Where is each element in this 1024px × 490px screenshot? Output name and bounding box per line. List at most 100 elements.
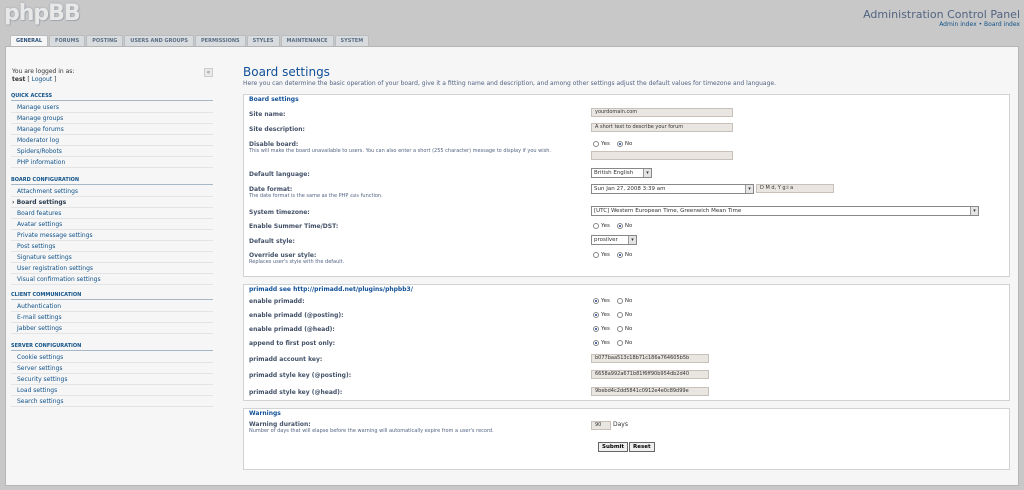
language-select[interactable]: British English ▾	[591, 168, 652, 178]
radio-no-label: No	[624, 326, 633, 332]
menu-item-post-settings[interactable]: Post settings	[11, 241, 213, 252]
override-style-description: Replaces user's style with the default.	[249, 259, 345, 265]
radio-no[interactable]: No	[616, 223, 633, 229]
site-name-label: Site name:	[249, 111, 286, 118]
logout-link[interactable]: Logout	[32, 76, 53, 83]
date-format-input[interactable]: D M d, Y g:i a	[756, 184, 834, 193]
menu-item-board-settings[interactable]: Board settings	[11, 197, 213, 208]
fieldset-legend: primadd see http://primadd.net/plugins/p…	[249, 286, 413, 293]
style-key-head-input[interactable]: 9bebd4c2dd5841c0912e4e0c89d99e	[591, 387, 709, 396]
radio-yes[interactable]: Yes	[593, 312, 610, 318]
menu-item-avatar-settings[interactable]: Avatar settings	[11, 219, 213, 230]
menu-item-manage-forums[interactable]: Manage forums	[11, 124, 213, 135]
warning-duration-input[interactable]: 90	[591, 421, 611, 430]
menu-item-php-information[interactable]: PHP information	[11, 157, 213, 168]
enable-primadd-radios: Yes No	[593, 298, 632, 304]
page-title: Administration Control Panel	[863, 8, 1020, 21]
menu-heading: BOARD CONFIGURATION	[11, 177, 213, 185]
default-language-label: Default language:	[249, 171, 310, 178]
phpbb-logo[interactable]: phpBB	[4, 1, 81, 26]
menu-item-signature-settings[interactable]: Signature settings	[11, 252, 213, 263]
tab-users-and-groups[interactable]: USERS AND GROUPS	[124, 35, 195, 46]
menu-item-private-message-settings[interactable]: Private message settings	[11, 230, 213, 241]
menu-item-cookie-settings[interactable]: Cookie settings	[11, 352, 213, 363]
primadd-fieldset: primadd see http://primadd.net/plugins/p…	[243, 284, 1010, 401]
disable-message-input[interactable]	[591, 151, 733, 160]
radio-circle-icon	[616, 312, 623, 318]
first-post-only-radios: Yes No	[593, 340, 632, 346]
timezone-select-value: [UTC] Western European Time, Greenwich M…	[594, 208, 742, 214]
menu-item-manage-users[interactable]: Manage users	[11, 102, 213, 113]
collapse-menu-icon[interactable]: «	[204, 68, 213, 77]
radio-yes-label: Yes	[601, 312, 610, 318]
board-index-link[interactable]: Board index	[984, 21, 1020, 28]
style-key-posting-label: primadd style key (@posting):	[249, 372, 352, 379]
submit-button[interactable]: Submit	[598, 442, 629, 452]
radio-no[interactable]: No	[616, 298, 632, 304]
site-name-input[interactable]: yourdomain.com	[591, 108, 733, 117]
radio-no[interactable]: No	[616, 340, 632, 346]
radio-circle-icon	[593, 252, 599, 258]
radio-no[interactable]: No	[616, 141, 632, 147]
radio-no-label: No	[624, 223, 633, 229]
reset-button[interactable]: Reset	[629, 442, 655, 452]
summer-time-radios: Yes No	[593, 223, 632, 229]
tab-forums[interactable]: FORUMS	[49, 35, 86, 46]
radio-no[interactable]: No	[616, 252, 632, 258]
radio-yes[interactable]: Yes	[593, 141, 610, 147]
radio-yes[interactable]: Yes	[593, 223, 610, 229]
radio-yes[interactable]: Yes	[593, 340, 610, 346]
menu-item-attachment-settings[interactable]: Attachment settings	[11, 186, 213, 197]
style-select[interactable]: prosilver ▾	[591, 235, 637, 245]
menu-board-configuration: BOARD CONFIGURATION Attachment settings …	[11, 177, 213, 285]
menu-item-spiders-robots[interactable]: Spiders/Robots	[11, 146, 213, 157]
date-format-select-value: Sun Jan 27, 2008 3:39 am	[594, 186, 666, 192]
disable-board-label: Disable board:	[249, 141, 299, 148]
menu-item-authentication[interactable]: Authentication	[11, 301, 213, 312]
radio-circle-icon	[616, 298, 623, 304]
menu-item-user-registration-settings[interactable]: User registration settings	[11, 263, 213, 274]
radio-yes-label: Yes	[601, 326, 610, 332]
menu-item-server-settings[interactable]: Server settings	[11, 363, 213, 374]
enable-primadd-head-radios: Yes No	[593, 326, 632, 332]
timezone-select[interactable]: [UTC] Western European Time, Greenwich M…	[591, 206, 979, 216]
radio-yes-label: Yes	[601, 252, 610, 258]
menu-item-security-settings[interactable]: Security settings	[11, 374, 213, 385]
menu-item-load-settings[interactable]: Load settings	[11, 385, 213, 396]
override-style-radios: Yes No	[593, 252, 632, 258]
site-description-input[interactable]: A short text to describe your forum	[591, 123, 733, 132]
radio-yes[interactable]: Yes	[593, 298, 610, 304]
header-links: Admin index • Board index	[939, 21, 1020, 28]
menu-item-board-features[interactable]: Board features	[11, 208, 213, 219]
radio-no-label: No	[624, 312, 633, 318]
menu-item-search-settings[interactable]: Search settings	[11, 396, 213, 407]
board-settings-fieldset: Board settings Site name: yourdomain.com…	[243, 94, 1010, 277]
radio-yes[interactable]: Yes	[593, 252, 610, 258]
tab-system[interactable]: SYSTEM	[334, 35, 370, 46]
tab-posting[interactable]: POSTING	[86, 35, 124, 46]
menu-heading: QUICK ACCESS	[11, 93, 213, 101]
style-select-value: prosilver	[594, 237, 618, 243]
menu-item-jabber-settings[interactable]: Jabber settings	[11, 323, 213, 334]
tab-maintenance[interactable]: MAINTENANCE	[280, 35, 334, 46]
radio-no[interactable]: No	[616, 326, 633, 332]
menu-item-moderator-log[interactable]: Moderator log	[11, 135, 213, 146]
style-key-posting-input[interactable]: 6658a992a671b81f6ff90b954db2d40	[591, 370, 709, 379]
account-key-label: primadd account key:	[249, 356, 323, 363]
tab-permissions[interactable]: PERMISSIONS	[195, 35, 246, 46]
date-sub-code: date	[350, 193, 360, 198]
menu-item-manage-groups[interactable]: Manage groups	[11, 113, 213, 124]
tab-styles[interactable]: STYLES	[246, 35, 280, 46]
radio-selected-icon	[616, 141, 623, 147]
fieldset-legend: Board settings	[249, 96, 299, 103]
menu-item-visual-confirmation-settings[interactable]: Visual confirmation settings	[11, 274, 213, 285]
account-key-input[interactable]: b077baa513c18b71c186a764605b5b	[591, 354, 709, 363]
radio-yes[interactable]: Yes	[593, 326, 610, 332]
menu-item-email-settings[interactable]: E-mail settings	[11, 312, 213, 323]
header: phpBB Administration Control Panel Admin…	[0, 0, 1024, 34]
summer-time-label: Enable Summer Time/DST:	[249, 223, 339, 230]
admin-index-link[interactable]: Admin index	[939, 21, 976, 28]
radio-yes-label: Yes	[601, 141, 610, 147]
radio-no[interactable]: No	[616, 312, 633, 318]
date-format-select[interactable]: Sun Jan 27, 2008 3:39 am ▾	[591, 184, 754, 194]
